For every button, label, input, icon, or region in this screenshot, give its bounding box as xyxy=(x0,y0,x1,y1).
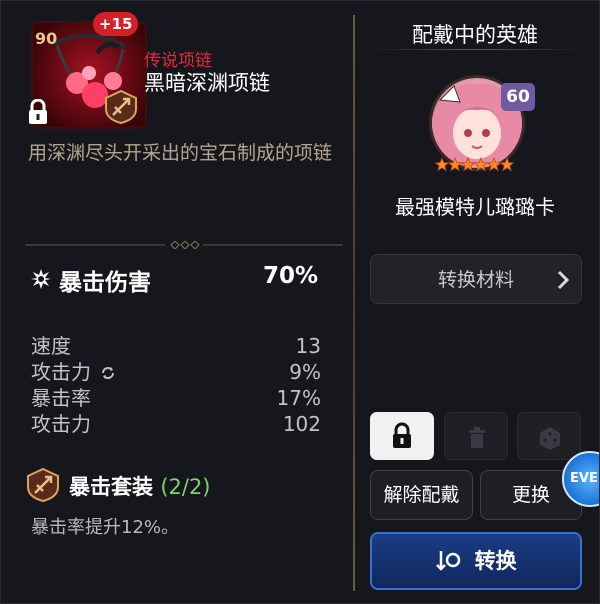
unequip-button[interactable]: 解除配戴 xyxy=(370,470,473,520)
ornament-divider xyxy=(25,241,343,249)
substat-row: 速度 13 xyxy=(31,333,321,359)
substat-row: 攻击力 102 xyxy=(31,411,321,437)
set-count: (2/2) xyxy=(160,475,211,499)
substat-row: 攻击力 9% xyxy=(31,359,321,385)
substat-name: 攻击力 xyxy=(31,360,91,384)
panel-divider xyxy=(353,15,355,591)
hero-stars xyxy=(434,157,514,172)
equipment-detail-panel: 90 +15 传说项链 黑暗深渊项链 用深渊尽头开采出的宝石制成的项链 暴击伤害… xyxy=(0,0,600,604)
set-name: 暴击套装 (2/2) xyxy=(69,471,211,501)
trash-icon xyxy=(469,427,485,448)
main-stat-name: 暴击伤害 xyxy=(59,270,151,296)
reforge-icon xyxy=(102,367,115,379)
lock-button[interactable] xyxy=(370,412,434,460)
chevron-right-icon xyxy=(557,270,569,290)
critical-set-icon xyxy=(103,89,139,125)
convert-materials-button[interactable]: 转换材料 xyxy=(370,254,582,304)
lock-icon xyxy=(393,422,411,448)
crit-damage-icon xyxy=(31,269,51,289)
convert-label: 转换 xyxy=(474,549,517,573)
substat-list: 速度 13 攻击力 9% 暴击率 17% 攻击力 102 xyxy=(31,333,321,437)
substat-row: 暴击率 17% xyxy=(31,385,321,411)
title-underline xyxy=(373,49,579,50)
hero-name: 最强模特儿璐璐卡 xyxy=(395,195,555,219)
discard-button[interactable] xyxy=(444,412,508,460)
substat-value: 9% xyxy=(289,360,321,384)
convert-materials-label: 转换材料 xyxy=(437,269,514,291)
substat-name: 暴击率 xyxy=(31,386,91,410)
substat-value: 17% xyxy=(276,386,321,410)
critical-set-icon xyxy=(25,467,61,503)
item-description: 用深渊尽头开采出的宝石制成的项链 xyxy=(28,142,333,164)
substat-value: 102 xyxy=(282,412,321,436)
main-stat-value: 70% xyxy=(262,263,318,289)
enhance-badge: +15 xyxy=(93,12,139,36)
convert-button[interactable]: 转换 xyxy=(370,532,582,590)
substat-name: 速度 xyxy=(31,334,71,358)
convert-icon xyxy=(436,551,461,571)
substat-name: 攻击力 xyxy=(31,412,91,436)
reroll-button[interactable] xyxy=(517,412,581,460)
substat-value: 13 xyxy=(295,334,321,358)
set-name-text: 暴击套装 xyxy=(69,475,153,499)
equipped-hero-title: 配戴中的英雄 xyxy=(412,23,538,47)
lock-icon xyxy=(26,98,50,125)
dice-icon xyxy=(540,427,560,450)
item-name: 黑暗深渊项链 xyxy=(144,71,270,95)
set-effect: 暴击率提升12%。 xyxy=(31,517,180,538)
item-level: 90 xyxy=(35,29,58,48)
hero-level-badge: 60 xyxy=(501,83,535,111)
